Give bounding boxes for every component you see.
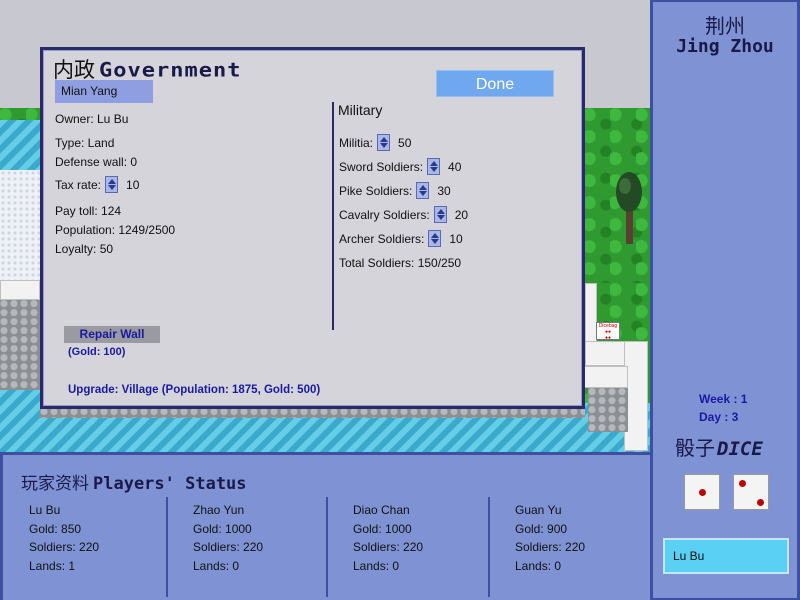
die-pip [739, 480, 746, 487]
military-row-pike: Pike Soldiers: 30 [339, 182, 451, 199]
players-status-panel: 玩家资料 Players' Status Lu Bu Gold: 850 Sol… [0, 452, 650, 600]
die-2[interactable] [733, 474, 769, 510]
owner-label: Owner: Lu Bu [55, 112, 129, 126]
player-lands: Lands: 0 [353, 558, 400, 573]
unit-value: 20 [454, 207, 469, 222]
tax-rate-row: Tax rate: 10 [55, 176, 139, 193]
status-title: 玩家资料 Players' Status [21, 469, 247, 494]
repair-wall-cost: (Gold: 100) [68, 346, 126, 358]
total-soldiers-label: Total Soldiers: 150/250 [339, 256, 462, 270]
dice-title-en: DICE [717, 438, 763, 460]
unit-label: Archer Soldiers: [339, 231, 425, 246]
sword-soldiers-spinner[interactable] [427, 158, 441, 175]
tax-rate-label: Tax rate: [55, 177, 102, 192]
type-label: Type: Land [55, 136, 115, 150]
snow-area [0, 170, 40, 280]
current-player-box: Lu Bu [663, 538, 789, 574]
dice-shop-sign[interactable]: Dicebag ●● ●● [596, 322, 620, 341]
upgrade-link[interactable]: Upgrade: Village (Population: 1875, Gold… [68, 384, 320, 396]
road [0, 280, 40, 300]
unit-value: 30 [437, 183, 451, 198]
player-gold: Gold: 1000 [193, 521, 252, 536]
day-label: Day : 3 [699, 410, 739, 424]
tax-rate-value: 10 [126, 177, 140, 192]
riverbank [40, 408, 585, 418]
military-row-militia: Militia: 50 [339, 134, 411, 151]
player-name: Diao Chan [353, 503, 410, 517]
player-soldiers: Soldiers: 220 [193, 540, 264, 554]
pay-toll-label: Pay toll: 124 [55, 204, 122, 218]
player-gold: Gold: 1000 [353, 521, 412, 536]
dice-shop-sign-text: Dicebag [598, 323, 618, 329]
player-card-lu-bu: Lu Bu Gold: 850 Soldiers: 220 Lands: 1 [29, 501, 179, 597]
region-name-cn: 荆州 [705, 14, 745, 38]
dice-title-cn: 骰子 [675, 436, 715, 460]
player-soldiers: Soldiers: 220 [515, 540, 586, 554]
pike-soldiers-spinner[interactable] [416, 182, 430, 199]
military-heading: Military [338, 102, 383, 118]
region-name-en: Jing Zhou [676, 36, 774, 57]
road [584, 366, 628, 388]
repair-wall-button[interactable]: Repair Wall [64, 326, 160, 343]
military-divider [332, 102, 334, 330]
player-gold: Gold: 850 [29, 521, 82, 536]
military-row-sword: Sword Soldiers: 40 [339, 158, 461, 175]
player-lands: Lands: 0 [193, 558, 240, 573]
player-card-zhao-yun: Zhao Yun Gold: 1000 Soldiers: 220 Lands:… [193, 501, 343, 597]
week-label: Week : 1 [699, 392, 748, 406]
dialog-title-en: Government [99, 59, 242, 82]
column-divider [166, 497, 168, 597]
unit-label: Cavalry Soldiers: [339, 207, 430, 222]
unit-value: 40 [448, 159, 462, 174]
done-button[interactable]: Done [436, 70, 554, 97]
status-title-cn: 玩家资料 [21, 474, 89, 494]
player-name: Guan Yu [515, 503, 562, 517]
player-name: Lu Bu [29, 503, 61, 517]
player-lands: Lands: 0 [515, 558, 562, 573]
dice-title: 骰子 DICE [675, 432, 763, 461]
defense-wall-label: Defense wall: 0 [55, 155, 138, 169]
column-divider [326, 497, 328, 597]
cavalry-soldiers-spinner[interactable] [433, 206, 447, 223]
player-name: Zhao Yun [193, 503, 245, 517]
military-row-archer: Archer Soldiers: 10 [339, 230, 463, 247]
military-row-cavalry: Cavalry Soldiers: 20 [339, 206, 468, 223]
status-title-en: Players' Status [93, 474, 247, 494]
player-gold: Gold: 900 [515, 521, 568, 536]
die-pip [699, 489, 706, 496]
player-soldiers: Soldiers: 220 [29, 540, 100, 554]
loyalty-label: Loyalty: 50 [55, 242, 114, 256]
player-lands: Lands: 1 [29, 558, 76, 573]
unit-value: 50 [398, 135, 412, 150]
player-card-guan-yu: Guan Yu Gold: 900 Soldiers: 220 Lands: 0 [515, 501, 665, 597]
player-card-diao-chan: Diao Chan Gold: 1000 Soldiers: 220 Lands… [353, 501, 503, 597]
city-name: Mian Yang [55, 80, 153, 103]
die-pip [757, 499, 764, 506]
militia-spinner[interactable] [377, 134, 391, 151]
unit-label: Sword Soldiers: [339, 159, 424, 174]
tree-icon [616, 172, 642, 244]
unit-value: 10 [449, 231, 463, 246]
unit-label: Pike Soldiers: [339, 183, 413, 198]
rock-area [0, 300, 40, 390]
right-panel: 荆州 Jing Zhou Week : 1 Day : 3 骰子 DICE Lu… [650, 0, 800, 600]
population-label: Population: 1249/2500 [55, 223, 176, 237]
government-dialog: 内政 Government Mian Yang Done Owner: Lu B… [40, 47, 585, 409]
tax-rate-spinner[interactable] [105, 176, 119, 193]
die-1[interactable] [684, 474, 720, 510]
unit-label: Militia: [339, 135, 374, 150]
rock-area [588, 388, 628, 432]
column-divider [488, 497, 490, 597]
archer-soldiers-spinner[interactable] [428, 230, 442, 247]
player-soldiers: Soldiers: 220 [353, 540, 424, 554]
